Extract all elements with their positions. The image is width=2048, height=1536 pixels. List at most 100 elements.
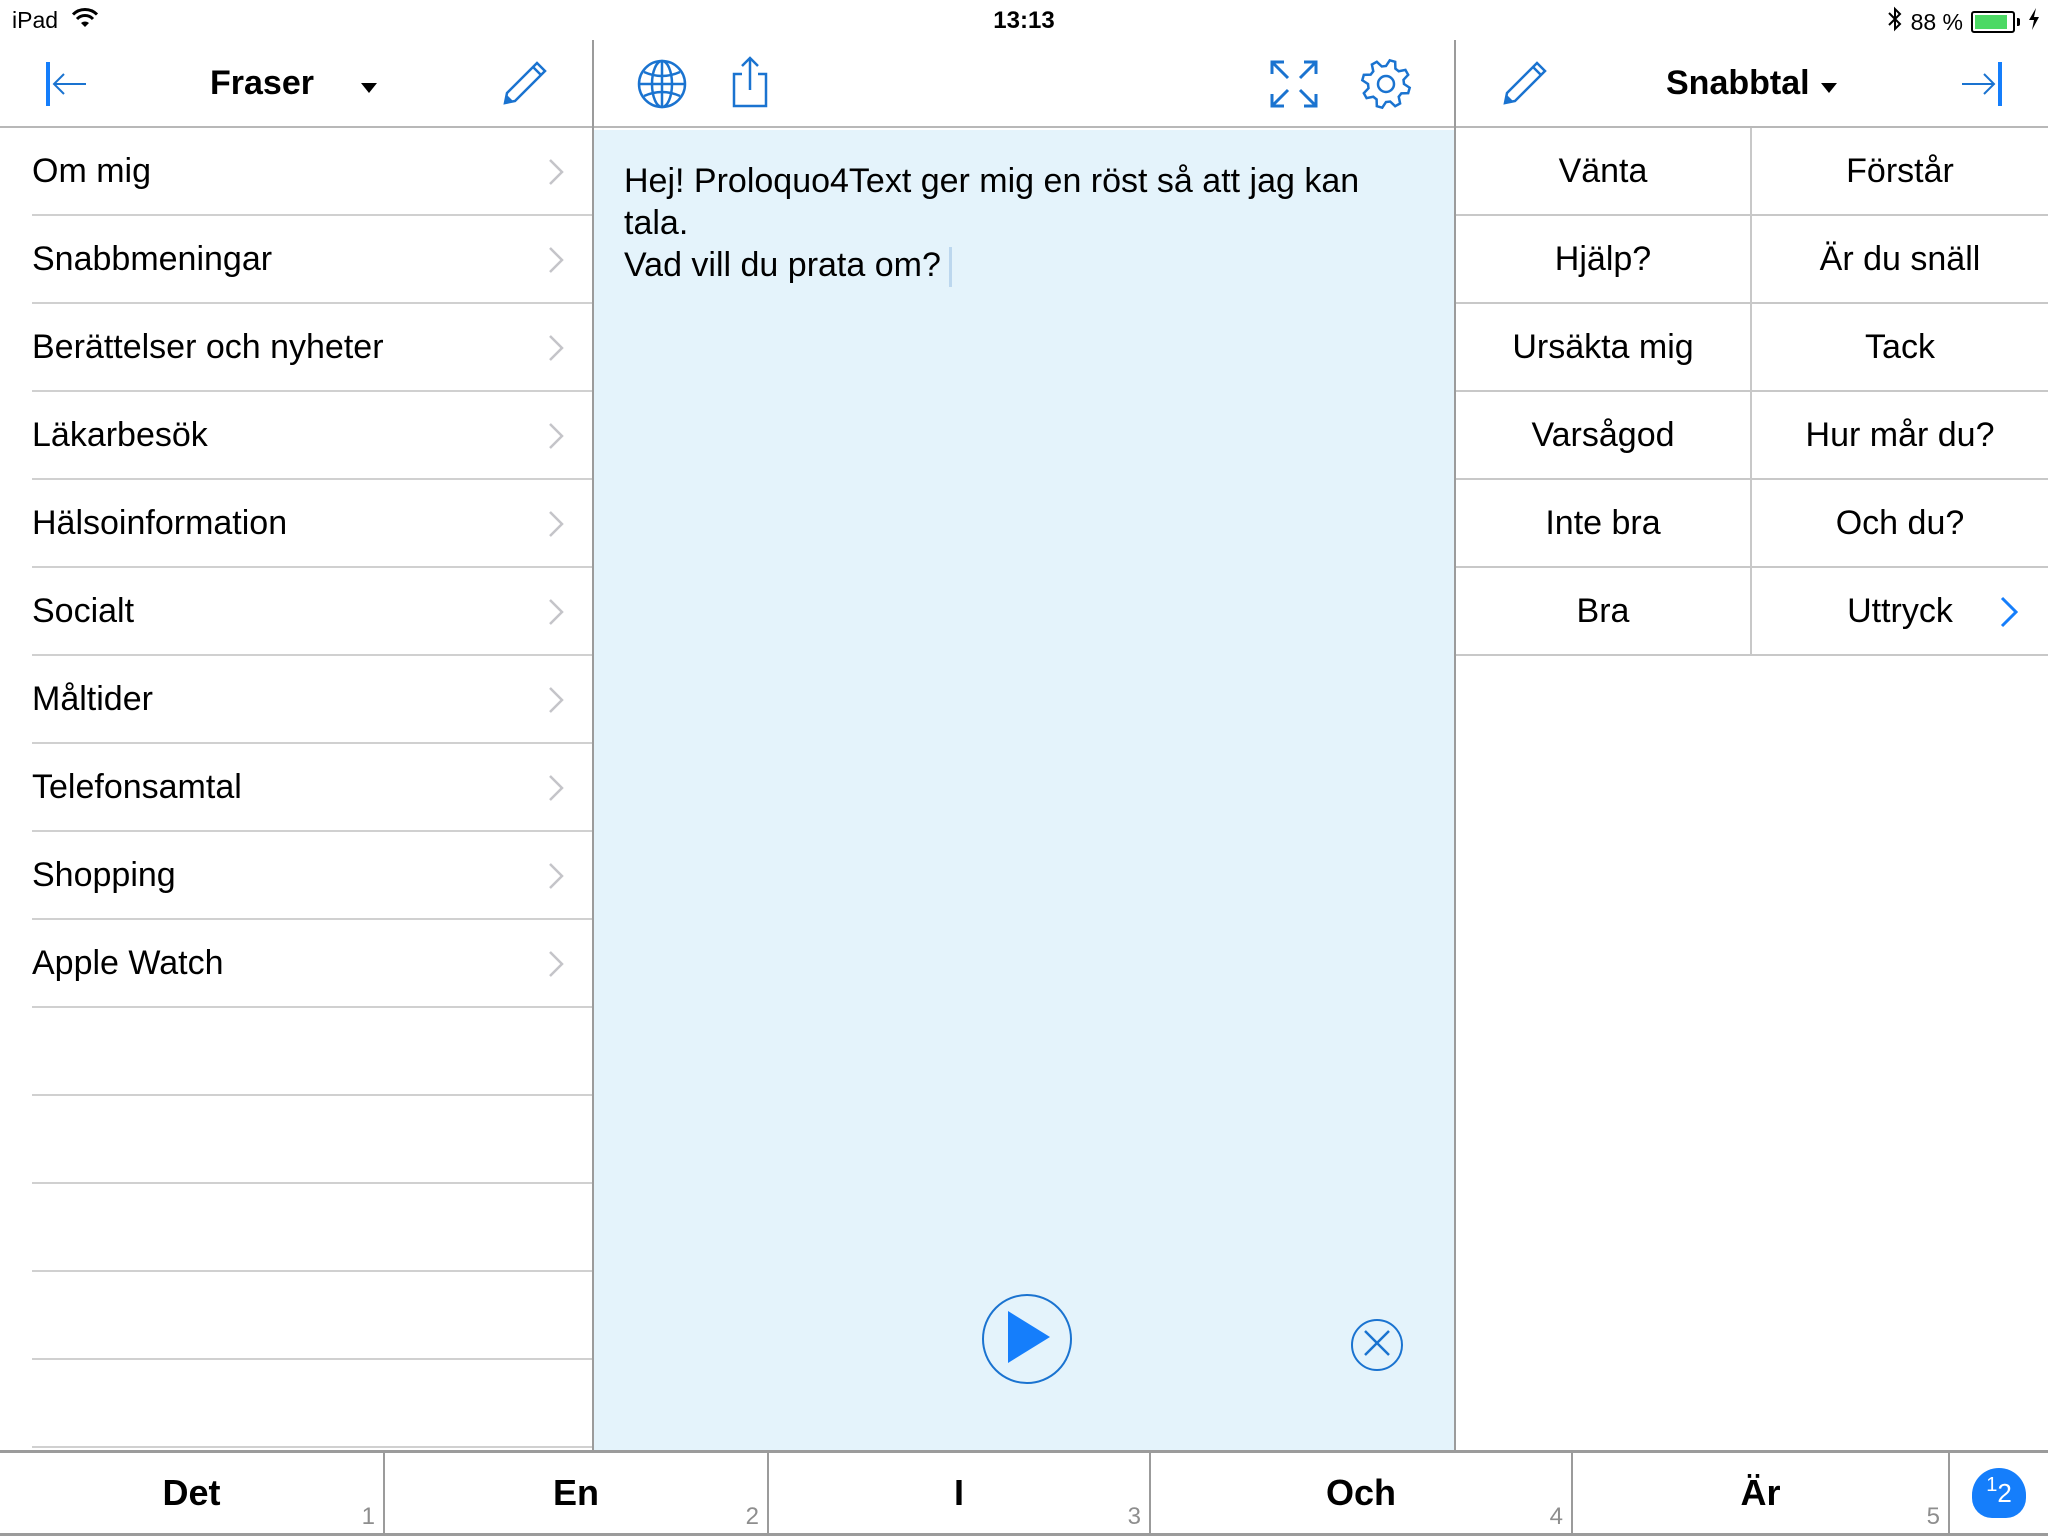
quick-speech-dropdown[interactable]: Snabbtal (1666, 64, 1838, 103)
phrase-category-item[interactable]: Läkarbesök (32, 392, 592, 480)
phrase-category-label: Apple Watch (32, 943, 224, 982)
dropdown-caret-icon (360, 64, 378, 103)
numbers-icon: 12 (1972, 1468, 2026, 1518)
quick-speech-button[interactable]: Ursäkta mig (1456, 304, 1752, 392)
quick-speech-button[interactable]: Varsågod (1456, 392, 1752, 480)
charging-bolt-icon (2028, 8, 2040, 36)
message-toolbar (594, 40, 1454, 128)
quick-speech-label: Hur mår du? (1805, 415, 1995, 454)
pencil-icon (497, 57, 551, 111)
message-text-area[interactable]: Hej! Proloquo4Text ger mig en röst så at… (594, 130, 1454, 1452)
speak-button[interactable] (982, 1294, 1072, 1384)
prediction-shortcut-number: 3 (1127, 1503, 1141, 1530)
phrase-category-item[interactable]: Berättelser och nyheter (32, 304, 592, 392)
prediction-word-label: Och (1325, 1472, 1396, 1513)
number-shortcuts-toggle[interactable]: 12 (1950, 1453, 2048, 1533)
share-button[interactable] (724, 52, 776, 112)
quick-speech-button[interactable]: Förstår (1752, 128, 2048, 216)
phrase-category-label: Berättelser och nyheter (32, 327, 384, 366)
quick-speech-button[interactable]: Bra (1456, 568, 1752, 656)
phrase-category-label: Telefonsamtal (32, 767, 242, 806)
chevron-right-icon (548, 158, 564, 191)
chevron-right-icon (2000, 596, 2019, 637)
phrase-category-item[interactable]: Hälsoinformation (32, 480, 592, 568)
quick-speech-label: Och du? (1835, 503, 1965, 542)
prediction-word-label: En (552, 1472, 599, 1513)
status-right: 88 % (1887, 6, 2040, 38)
quick-speech-label: Tack (1865, 327, 1935, 366)
category-title: Fraser (210, 64, 314, 102)
quick-speech-label: Hjälp? (1554, 239, 1652, 278)
category-dropdown[interactable]: Fraser (210, 64, 378, 103)
quick-speech-label: Bra (1576, 591, 1630, 630)
empty-rows (0, 1008, 592, 1448)
quick-speech-button[interactable]: Inte bra (1456, 480, 1752, 568)
collapse-panel-button[interactable] (40, 58, 92, 110)
quick-speech-label: Vänta (1558, 151, 1648, 190)
chevron-right-icon (548, 950, 564, 983)
pencil-icon (1497, 57, 1551, 111)
phrase-category-item[interactable]: Om mig (32, 128, 592, 216)
prediction-word-4[interactable]: Och 4 (1151, 1453, 1573, 1533)
numbers-badge-main: 2 (1997, 1477, 2012, 1508)
quick-speech-button[interactable]: Är du snäll (1752, 216, 2048, 304)
message-panel: Hej! Proloquo4Text ger mig en röst så at… (592, 40, 1456, 1452)
empty-row (32, 1360, 592, 1448)
numbers-badge-sup: 1 (1986, 1473, 1998, 1496)
chevron-right-icon (548, 774, 564, 807)
phrase-category-item[interactable]: Snabbmeningar (32, 216, 592, 304)
phrase-category-list: Om mig Snabbmeningar Berättelser och nyhet… (0, 128, 592, 1008)
edit-quick-speech-button[interactable] (1494, 54, 1554, 114)
battery-level-fill (1975, 15, 2007, 29)
empty-row (32, 1184, 592, 1272)
quick-speech-label: Ursäkta mig (1512, 327, 1694, 366)
chevron-right-icon (548, 334, 564, 367)
gear-icon (1359, 57, 1413, 111)
quick-speech-button[interactable]: Tack (1752, 304, 2048, 392)
quick-speech-label: Förstår (1846, 151, 1954, 190)
close-icon (1362, 1328, 1392, 1363)
prediction-word-5[interactable]: Är 5 (1573, 1453, 1950, 1533)
quick-speech-label: Inte bra (1545, 503, 1661, 542)
phrase-category-label: Snabbmeningar (32, 239, 273, 278)
edit-phrases-button[interactable] (494, 54, 554, 114)
phrase-category-item[interactable]: Apple Watch (32, 920, 592, 1008)
dropdown-caret-icon (1820, 64, 1838, 103)
quick-speech-button[interactable]: Hur mår du? (1752, 392, 2048, 480)
prediction-word-2[interactable]: En 2 (385, 1453, 769, 1533)
prediction-shortcut-number: 4 (1549, 1503, 1563, 1530)
fullscreen-button[interactable] (1266, 56, 1322, 112)
prediction-shortcut-number: 1 (361, 1503, 375, 1530)
phrase-category-item[interactable]: Telefonsamtal (32, 744, 592, 832)
phrase-category-item[interactable]: Shopping (32, 832, 592, 920)
expand-panel-button[interactable] (1956, 58, 2008, 110)
play-icon (1002, 1309, 1052, 1370)
message-line: Hej! Proloquo4Text ger mig en röst så at… (624, 162, 1360, 200)
quick-speech-panel: Snabbtal Vänta Förstår Hjälp? Är du snäll Ur… (1456, 40, 2048, 1452)
empty-row (32, 1008, 592, 1096)
prediction-word-label: Det (162, 1472, 221, 1513)
quick-speech-label: Uttryck (1847, 591, 1953, 630)
prediction-shortcut-number: 2 (745, 1503, 759, 1530)
quick-speech-button[interactable]: Och du? (1752, 480, 2048, 568)
prediction-word-3[interactable]: I 3 (769, 1453, 1151, 1533)
quick-speech-label: Varsågod (1531, 415, 1675, 454)
quick-speech-grid: Vänta Förstår Hjälp? Är du snäll Ursäkta mig… (1456, 128, 2048, 656)
phrase-category-item[interactable]: Socialt (32, 568, 592, 656)
phrases-panel: Fraser Om mig Snabbmeningar Berättelser oc… (0, 40, 592, 1452)
word-prediction-bar: Det 1 En 2 I 3 Och 4 Är 5 12 (0, 1450, 2048, 1536)
empty-row (32, 1272, 592, 1360)
quick-speech-button[interactable]: Hjälp? (1456, 216, 1752, 304)
language-button[interactable] (634, 56, 690, 112)
prediction-word-1[interactable]: Det 1 (0, 1453, 385, 1533)
quick-speech-button[interactable]: Vänta (1456, 128, 1752, 216)
settings-button[interactable] (1358, 56, 1414, 112)
clear-text-button[interactable] (1351, 1319, 1403, 1371)
prediction-word-label: Är (1740, 1472, 1781, 1513)
chevron-right-icon (548, 598, 564, 631)
phrase-category-label: Hälsoinformation (32, 503, 288, 542)
share-icon (728, 54, 772, 110)
phrase-category-item[interactable]: Måltider (32, 656, 592, 744)
quick-speech-folder[interactable]: Uttryck (1752, 568, 2048, 656)
chevron-right-icon (548, 862, 564, 895)
